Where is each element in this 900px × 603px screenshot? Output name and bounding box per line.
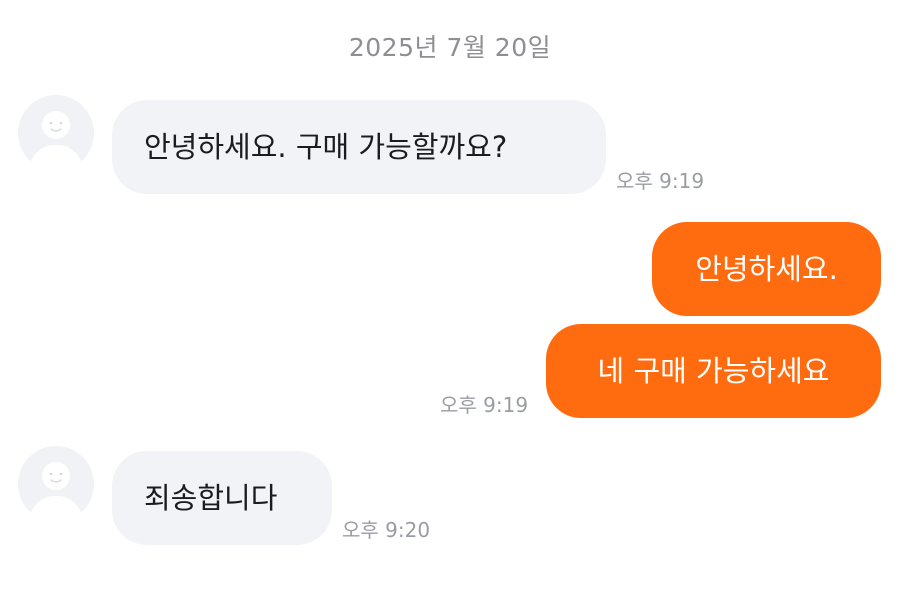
message-text: 안녕하세요. 구매 가능할까요? (144, 129, 508, 164)
sender-avatar-icon[interactable] (18, 95, 94, 171)
message-bubble-incoming[interactable]: 죄송합니다 (112, 451, 332, 545)
message-text: 죄송합니다 (144, 480, 278, 515)
message-bubble-incoming[interactable]: 안녕하세요. 구매 가능할까요? (112, 100, 606, 194)
message-text: 안녕하세요. (695, 251, 838, 286)
message-bubble-outgoing[interactable]: 안녕하세요. (652, 222, 881, 316)
message-text: 네 구매 가능하세요 (597, 353, 830, 388)
message-timestamp: 오후 9:19 (616, 169, 705, 193)
message-timestamp: 오후 9:20 (342, 518, 431, 542)
date-separator: 2025년 7월 20일 (348, 33, 552, 62)
message-bubble-outgoing[interactable]: 네 구매 가능하세요 (546, 324, 881, 418)
sender-avatar-icon[interactable] (18, 446, 94, 522)
message-timestamp: 오후 9:19 (440, 393, 529, 417)
